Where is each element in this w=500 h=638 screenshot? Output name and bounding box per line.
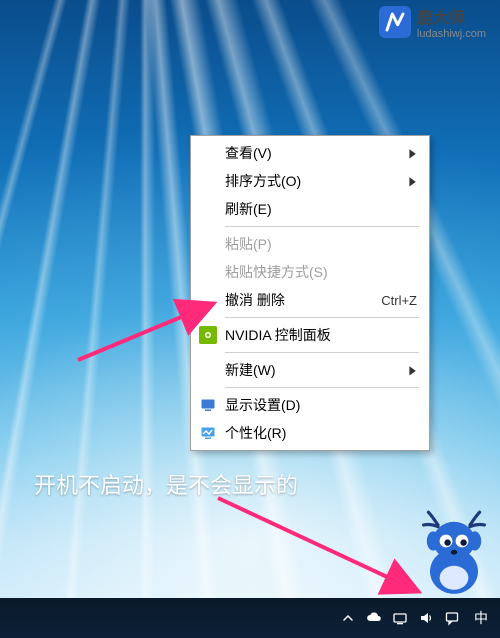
onedrive-icon[interactable] bbox=[366, 610, 382, 626]
desktop[interactable]: 鹿大师 ludashiwj.com 查看(V) ▶ 排序方式(O) ▶ 刷新(E) 粘贴(… bbox=[0, 0, 500, 638]
personalize-icon bbox=[199, 424, 217, 442]
menu-item-label: NVIDIA 控制面板 bbox=[225, 325, 417, 345]
menu-item-shortcut: Ctrl+Z bbox=[381, 293, 417, 308]
menu-separator bbox=[225, 387, 419, 388]
menu-item-label: 撤消 删除 bbox=[225, 290, 371, 310]
network-icon[interactable] bbox=[392, 610, 408, 626]
watermark-sub: ludashiwj.com bbox=[417, 28, 486, 40]
submenu-arrow-icon: ▶ bbox=[409, 146, 415, 160]
menu-item-label: 新建(W) bbox=[225, 360, 400, 380]
watermark-title: 鹿大师 bbox=[417, 4, 486, 28]
display-icon bbox=[199, 396, 217, 414]
menu-item-label: 查看(V) bbox=[225, 143, 400, 163]
action-center-icon[interactable] bbox=[444, 610, 460, 626]
annotation-arrow-2 bbox=[210, 490, 430, 600]
ime-indicator[interactable]: 中 bbox=[470, 608, 492, 628]
menu-separator bbox=[225, 226, 419, 227]
menu-item-label: 排序方式(O) bbox=[225, 171, 400, 191]
watermark: 鹿大师 ludashiwj.com bbox=[373, 0, 492, 44]
menu-item[interactable]: 显示设置(D) bbox=[193, 391, 427, 419]
menu-separator bbox=[225, 317, 419, 318]
menu-item[interactable]: 撤消 删除 Ctrl+Z bbox=[193, 286, 427, 314]
menu-item: 粘贴快捷方式(S) bbox=[193, 258, 427, 286]
caption-text: 开机不启动，是不会显示的 bbox=[34, 468, 298, 500]
menu-item[interactable]: NVIDIA 控制面板 bbox=[193, 321, 427, 349]
submenu-arrow-icon: ▶ bbox=[409, 174, 415, 188]
taskbar: 中 bbox=[0, 598, 500, 638]
menu-item-label: 个性化(R) bbox=[225, 423, 417, 443]
menu-item-label: 粘贴(P) bbox=[225, 234, 417, 254]
menu-item[interactable]: 排序方式(O) ▶ bbox=[193, 167, 427, 195]
menu-item[interactable]: 个性化(R) bbox=[193, 419, 427, 447]
tray-up-icon[interactable] bbox=[340, 610, 356, 626]
context-menu: 查看(V) ▶ 排序方式(O) ▶ 刷新(E) 粘贴(P) 粘贴快捷方式(S) 撤消 删除 Ct… bbox=[190, 135, 430, 451]
submenu-arrow-icon: ▶ bbox=[409, 363, 415, 377]
menu-item: 粘贴(P) bbox=[193, 230, 427, 258]
volume-icon[interactable] bbox=[418, 610, 434, 626]
system-tray: 中 bbox=[340, 608, 492, 628]
watermark-logo-icon bbox=[379, 6, 411, 38]
menu-separator bbox=[225, 352, 419, 353]
menu-item[interactable]: 查看(V) ▶ bbox=[193, 139, 427, 167]
mascot-deer-icon bbox=[414, 508, 494, 598]
nvidia-icon bbox=[199, 326, 217, 344]
menu-item[interactable]: 新建(W) ▶ bbox=[193, 356, 427, 384]
menu-item-label: 刷新(E) bbox=[225, 199, 417, 219]
menu-item-label: 粘贴快捷方式(S) bbox=[225, 262, 417, 282]
menu-item[interactable]: 刷新(E) bbox=[193, 195, 427, 223]
menu-item-label: 显示设置(D) bbox=[225, 395, 417, 415]
